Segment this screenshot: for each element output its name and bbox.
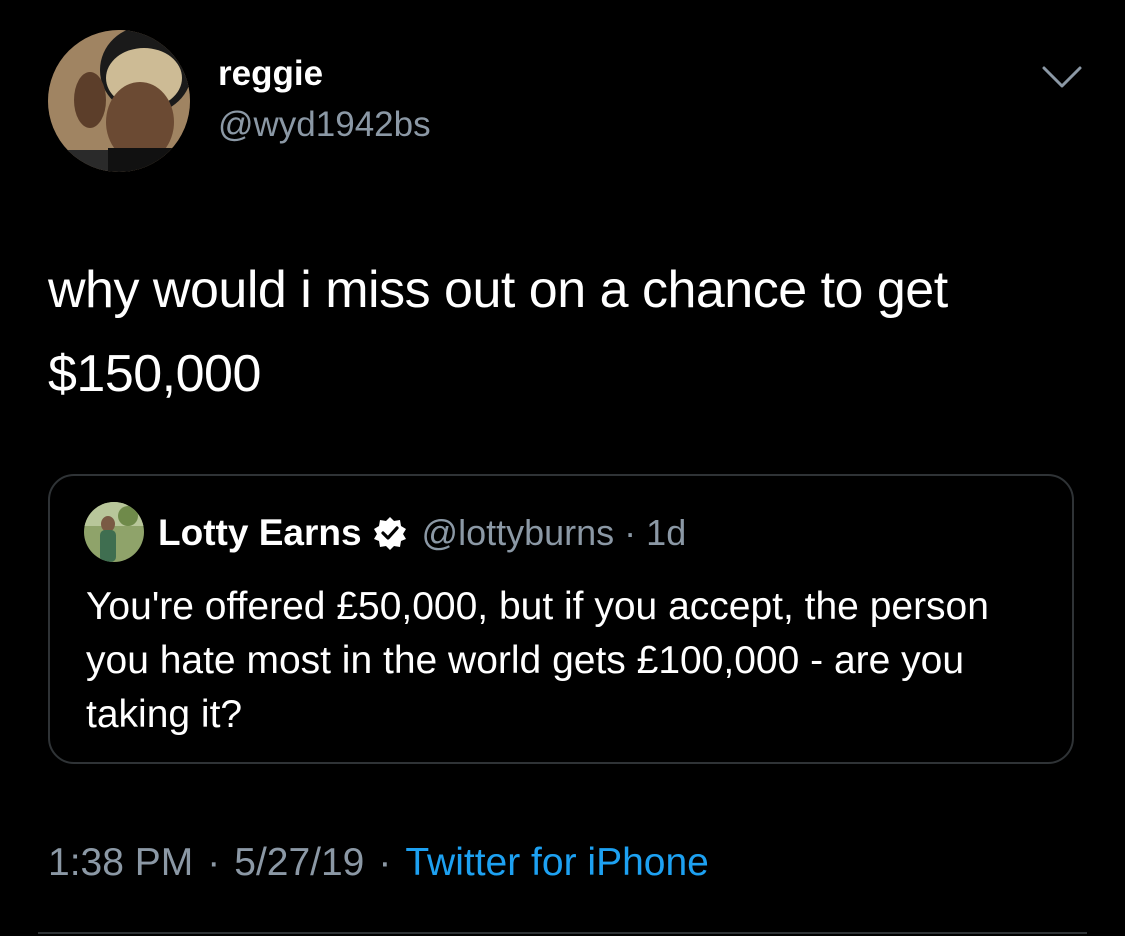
quoted-tweet-header: Lotty Earns @lottyburns · 1d bbox=[158, 508, 686, 558]
tweet-text: why would i miss out on a chance to get … bbox=[48, 261, 948, 403]
divider bbox=[38, 932, 1087, 934]
quoted-author-avatar[interactable] bbox=[84, 502, 144, 562]
quoted-author-handle[interactable]: @lottyburns bbox=[422, 512, 615, 554]
verified-badge-icon bbox=[372, 515, 408, 551]
author-handle[interactable]: @wyd1942bs bbox=[218, 105, 431, 145]
quoted-header-separator: · bbox=[624, 512, 637, 553]
meta-separator-1: · bbox=[207, 841, 221, 884]
avatar-photo-icon bbox=[48, 30, 190, 172]
meta-separator-2: · bbox=[378, 841, 392, 884]
quoted-tweet-card[interactable]: Lotty Earns @lottyburns · 1d You're offe… bbox=[48, 474, 1074, 764]
quoted-tweet-text: You're offered £50,000, but if you accep… bbox=[86, 585, 989, 736]
quoted-avatar-photo-icon bbox=[84, 502, 144, 562]
tweet-options-button[interactable] bbox=[1040, 62, 1084, 92]
author-display-name[interactable]: reggie bbox=[218, 54, 323, 94]
tweet-time[interactable]: 1:38 PM bbox=[48, 841, 193, 885]
quoted-author-display-name[interactable]: Lotty Earns bbox=[158, 512, 362, 554]
tweet-date[interactable]: 5/27/19 bbox=[234, 841, 364, 885]
tweet-source-link[interactable]: Twitter for iPhone bbox=[405, 841, 708, 885]
chevron-down-icon bbox=[1042, 66, 1082, 88]
tweet-meta: 1:38 PM · 5/27/19 · Twitter for iPhone bbox=[48, 840, 709, 886]
author-avatar[interactable] bbox=[48, 30, 190, 172]
quoted-tweet-age[interactable]: 1d bbox=[646, 512, 686, 554]
